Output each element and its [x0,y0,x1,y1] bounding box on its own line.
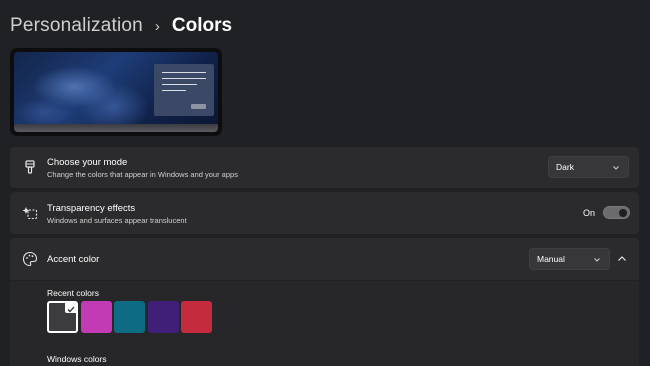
checkmark-icon [67,306,75,313]
toggle-knob [619,208,627,217]
preview-line [162,78,206,79]
sparkle-icon [22,207,38,220]
transparency-toggle[interactable] [603,206,630,219]
accent-dropdown-value: Manual [537,254,565,264]
mode-dropdown[interactable]: Dark [548,156,629,178]
brush-icon [25,160,35,174]
color-swatch-recent-5[interactable] [181,301,212,333]
color-swatch-recent-4[interactable] [148,301,179,333]
preview-taskbar [14,124,218,132]
transparency-state-label: On [583,208,596,218]
preview-line [162,90,186,91]
mode-subtitle: Change the colors that appear in Windows… [47,170,238,179]
breadcrumb-personalization[interactable]: Personalization [10,15,143,37]
color-swatch-recent-3[interactable] [114,301,145,333]
transparency-title: Transparency effects [47,203,136,214]
preview-line [162,72,206,73]
page-title: Colors [171,15,233,36]
color-swatch-recent-1[interactable] [47,301,78,333]
accent-color-row[interactable]: Accent color Manual [10,238,639,280]
selected-check-badge [65,302,77,313]
chevron-up-icon[interactable] [617,254,627,264]
recent-colors-label: Recent colors [47,288,99,298]
preview-window [154,64,214,116]
accent-dropdown[interactable]: Manual [529,248,610,270]
palette-icon [22,251,38,267]
breadcrumb-separator-icon: › [154,17,160,35]
mode-dropdown-value: Dark [556,162,574,172]
theme-preview [10,48,222,136]
chevron-down-icon [613,166,619,170]
preview-button [191,104,206,109]
windows-colors-label: Windows colors [47,354,107,364]
transparency-subtitle: Windows and surfaces appear translucent [47,216,187,225]
breadcrumb: Personalization › Colors [10,12,232,40]
transparency-row: Transparency effects Windows and surface… [10,192,639,234]
choose-mode-row: Choose your mode Change the colors that … [10,147,639,188]
color-swatch-recent-2[interactable] [81,301,112,333]
mode-title: Choose your mode [47,157,128,168]
preview-line [162,84,197,85]
desktop-wallpaper-preview [14,52,218,132]
chevron-down-icon [594,258,600,262]
accent-title: Accent color [47,254,100,265]
